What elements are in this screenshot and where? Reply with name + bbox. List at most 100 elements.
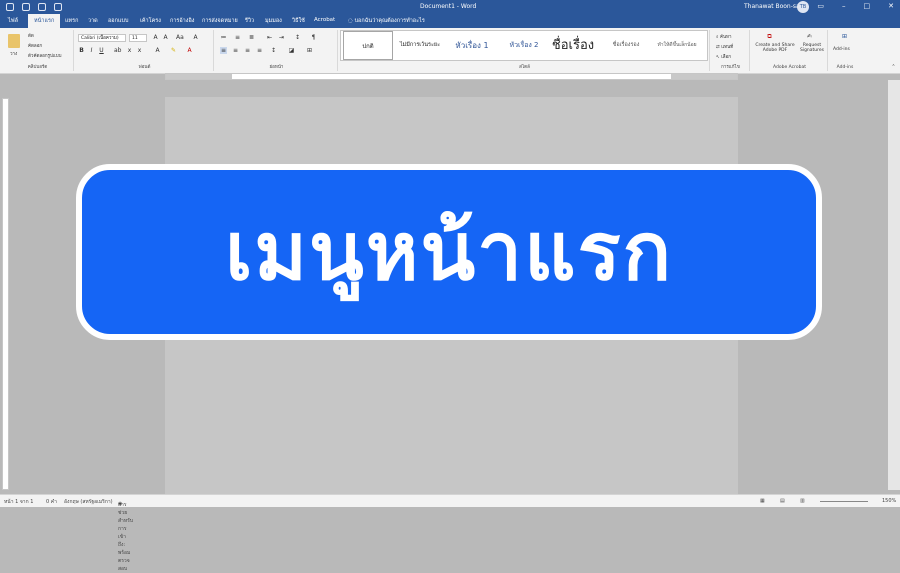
- banner-title: เมนูหน้าแรก: [224, 205, 674, 298]
- bullets-icon[interactable]: ≔: [220, 34, 227, 41]
- paste-label[interactable]: วาง: [10, 50, 17, 57]
- decrease-indent-icon[interactable]: ⇤: [266, 34, 273, 41]
- tab-review[interactable]: รีวิว: [245, 17, 254, 25]
- font-size-select[interactable]: 11: [129, 34, 147, 42]
- customize-icon[interactable]: [54, 3, 62, 11]
- numbering-icon[interactable]: ≡: [234, 34, 241, 41]
- signature-icon[interactable]: ✍: [806, 33, 813, 40]
- redo-icon[interactable]: [38, 3, 46, 11]
- replace-label: แทนที่: [721, 45, 734, 50]
- close-icon[interactable]: ✕: [888, 3, 894, 10]
- addins-group: ⊞ Add-ins Add-ins: [830, 30, 860, 71]
- align-right-icon[interactable]: ≡: [244, 47, 251, 54]
- collapse-ribbon-icon[interactable]: ⌃: [890, 64, 897, 71]
- select-label: เลือก: [721, 55, 731, 60]
- vertical-ruler[interactable]: [2, 98, 9, 490]
- tab-file[interactable]: ไฟล์: [8, 17, 18, 25]
- tab-insert[interactable]: แทรก: [65, 17, 78, 25]
- subscript-icon[interactable]: x: [126, 47, 133, 54]
- web-layout-icon[interactable]: ▥: [800, 498, 805, 504]
- style-no-spacing[interactable]: ไม่มีการเว้นระยะ: [395, 31, 445, 60]
- avatar[interactable]: TB: [797, 1, 809, 13]
- maximize-icon[interactable]: □: [864, 3, 871, 10]
- shading-icon[interactable]: ◪: [288, 47, 295, 54]
- find-button[interactable]: ⌕ ค้นหา: [716, 33, 732, 40]
- show-marks-icon[interactable]: ¶: [310, 34, 317, 41]
- font-color-icon[interactable]: A: [186, 47, 193, 54]
- page-count[interactable]: หน้า 1 จาก 1: [4, 498, 33, 506]
- shrink-font-icon[interactable]: A: [162, 34, 169, 41]
- print-layout-icon[interactable]: ▤: [780, 498, 785, 504]
- format-painter-button[interactable]: ตัวคัดลอกรูปแบบ: [28, 52, 61, 59]
- tell-me-search[interactable]: ◌ บอกฉันว่าคุณต้องการทำอะไร: [348, 17, 425, 25]
- addins-label: Add-ins: [836, 65, 854, 70]
- highlight-icon[interactable]: ✎: [170, 47, 177, 54]
- tab-draw[interactable]: วาด: [88, 17, 98, 25]
- increase-indent-icon[interactable]: ⇥: [278, 34, 285, 41]
- addins-icon[interactable]: ⊞: [841, 33, 848, 40]
- style-subtle-emphasis[interactable]: ทำให้ดีขึ้นเล็กน้อย: [649, 31, 705, 60]
- superscript-icon[interactable]: x: [136, 47, 143, 54]
- clear-format-icon[interactable]: A: [192, 34, 199, 41]
- font-name-select[interactable]: Calibri (เนื้อความ): [78, 34, 126, 42]
- zoom-slider[interactable]: [820, 501, 868, 502]
- right-margin-marker: [671, 74, 737, 79]
- bold-icon[interactable]: B: [78, 47, 85, 54]
- text-effects-icon[interactable]: A: [154, 47, 161, 54]
- change-case-icon[interactable]: Aa: [176, 34, 184, 41]
- tab-home[interactable]: หน้าแรก: [28, 14, 61, 28]
- status-bar: หน้า 1 จาก 1 0 คำ อังกฤษ (สหรัฐอเมริกา) …: [0, 494, 900, 572]
- tab-design[interactable]: ออกแบบ: [108, 17, 128, 25]
- justify-icon[interactable]: ≡: [256, 47, 263, 54]
- user-name[interactable]: Thanawat Boon-sak: [744, 3, 803, 10]
- italic-icon[interactable]: I: [88, 47, 95, 54]
- tab-view[interactable]: มุมมอง: [265, 17, 282, 25]
- addins-button[interactable]: Add-ins: [833, 47, 850, 52]
- zoom-level[interactable]: 150%: [882, 498, 896, 504]
- multilevel-icon[interactable]: ≣: [248, 34, 255, 41]
- align-center-icon[interactable]: ≡: [232, 47, 239, 54]
- select-button[interactable]: ↖ เลือก: [716, 53, 731, 60]
- ribbon: วาง ตัด คัดลอก ตัวคัดลอกรูปแบบ คลิปบอร์ด…: [0, 28, 900, 74]
- pdf-icon[interactable]: ⧉: [766, 33, 773, 40]
- minimize-icon[interactable]: –: [842, 3, 846, 10]
- style-heading-1[interactable]: หัวเรื่อง 1: [447, 31, 497, 60]
- style-title[interactable]: ชื่อเรื่อง: [547, 31, 599, 60]
- cut-button[interactable]: ตัด: [28, 32, 34, 39]
- language-indicator[interactable]: อังกฤษ (สหรัฐอเมริกา): [64, 498, 113, 506]
- accessibility-label: การช่วยสำหรับการเข้าถึง: พร้อมตรวจสอบ: [118, 502, 134, 572]
- focus-mode-icon[interactable]: ▦: [760, 498, 765, 504]
- word-count[interactable]: 0 คำ: [46, 498, 57, 506]
- line-spacing-icon[interactable]: ↕: [270, 47, 277, 54]
- grow-font-icon[interactable]: A: [152, 34, 159, 41]
- ribbon-display-icon[interactable]: ▭: [817, 3, 824, 10]
- style-normal[interactable]: ปกติ: [343, 31, 393, 60]
- sort-icon[interactable]: ↕: [294, 34, 301, 41]
- copy-button[interactable]: คัดลอก: [28, 42, 42, 49]
- quick-access-toolbar: [6, 3, 62, 11]
- create-share-pdf-button[interactable]: Create and Share Adobe PDF: [754, 43, 796, 53]
- paragraph-group: ≔ ≡ ≣ ⇤ ⇥ ↕ ¶ ≡ ≡ ≡ ≡ ↕ ◪ ⊞ ย่อหน้า: [216, 30, 338, 71]
- underline-icon[interactable]: U: [98, 47, 105, 54]
- tab-help[interactable]: วิธีใช้: [292, 17, 305, 25]
- tab-mailings[interactable]: การส่งจดหมาย: [202, 17, 238, 25]
- tab-layout[interactable]: เค้าโครง: [140, 17, 161, 25]
- tab-acrobat[interactable]: Acrobat: [314, 17, 335, 23]
- tab-references[interactable]: การอ้างอิง: [170, 17, 194, 25]
- styles-gallery: ปกติ ไม่มีการเว้นระยะ หัวเรื่อง 1 หัวเรื…: [340, 30, 708, 61]
- borders-icon[interactable]: ⊞: [306, 47, 313, 54]
- style-subtitle[interactable]: ชื่อเรื่องรอง: [601, 31, 651, 60]
- style-heading-2[interactable]: หัวเรื่อง 2: [499, 31, 549, 60]
- ribbon-tabs: ไฟล์ หน้าแรก แทรก วาด ออกแบบ เค้าโครง กา…: [0, 14, 900, 28]
- align-left-icon[interactable]: ≡: [220, 47, 227, 54]
- horizontal-ruler[interactable]: [165, 73, 738, 80]
- clipboard-label: คลิปบอร์ด: [27, 65, 48, 70]
- vertical-scrollbar[interactable]: [888, 80, 900, 490]
- save-icon[interactable]: [6, 3, 14, 11]
- undo-icon[interactable]: [22, 3, 30, 11]
- paste-icon[interactable]: [8, 34, 20, 48]
- strikethrough-icon[interactable]: ab: [114, 47, 122, 54]
- replace-button[interactable]: ⇄ แทนที่: [716, 43, 733, 50]
- request-signatures-button[interactable]: Request Signatures: [796, 43, 828, 53]
- find-label: ค้นหา: [719, 35, 732, 40]
